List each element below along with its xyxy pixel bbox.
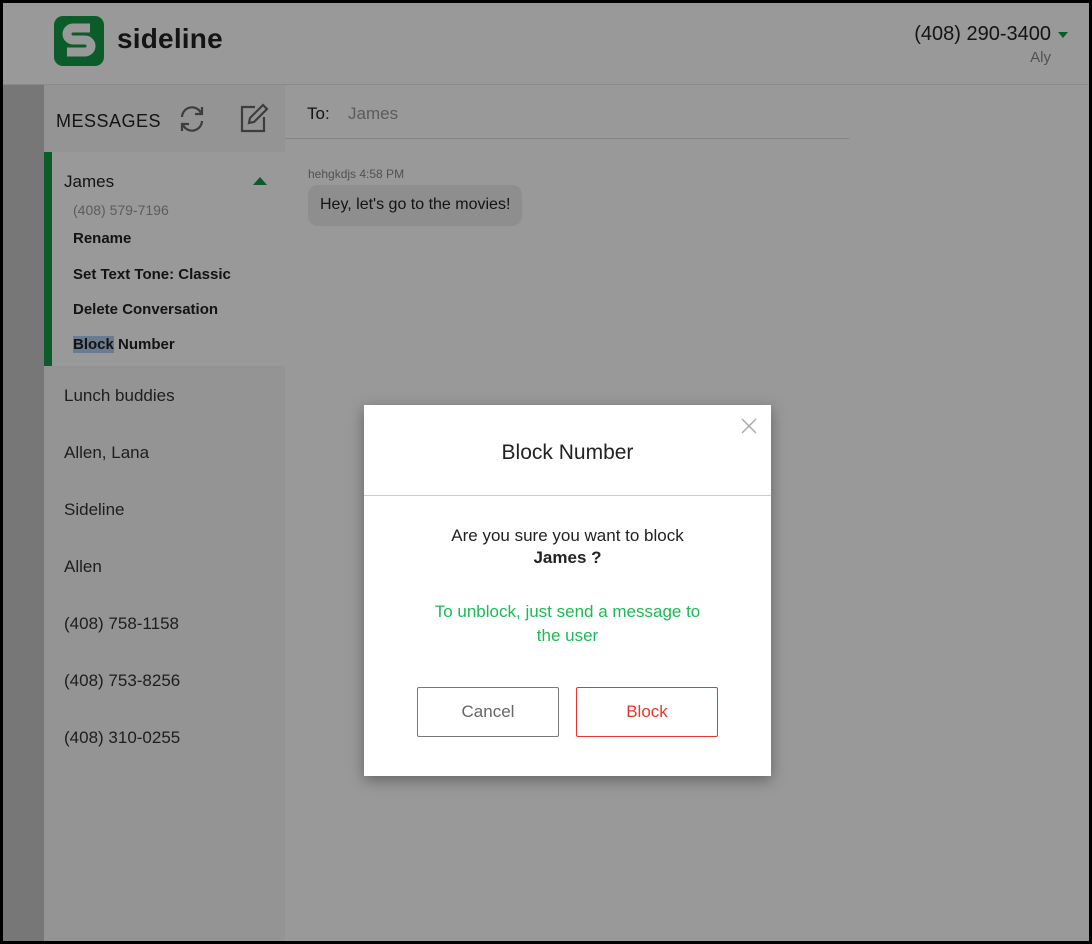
unblock-hint: To unblock, just send a message to the u… (434, 602, 701, 645)
close-icon[interactable] (740, 417, 758, 435)
cancel-button[interactable]: Cancel (417, 687, 559, 737)
dialog-title: Block Number (501, 441, 634, 464)
confirm-text: Are you sure you want to block (451, 526, 684, 545)
confirm-name: James ? (533, 548, 602, 567)
block-number-dialog: Block Number Are you sure you want to bl… (364, 405, 771, 776)
block-button[interactable]: Block (576, 687, 718, 737)
app-window: sideline (408) 290-3400 Aly MESSAGES Jam… (3, 3, 1089, 941)
confirm-message: Are you sure you want to block James ? (364, 525, 771, 569)
dialog-divider (364, 495, 771, 496)
